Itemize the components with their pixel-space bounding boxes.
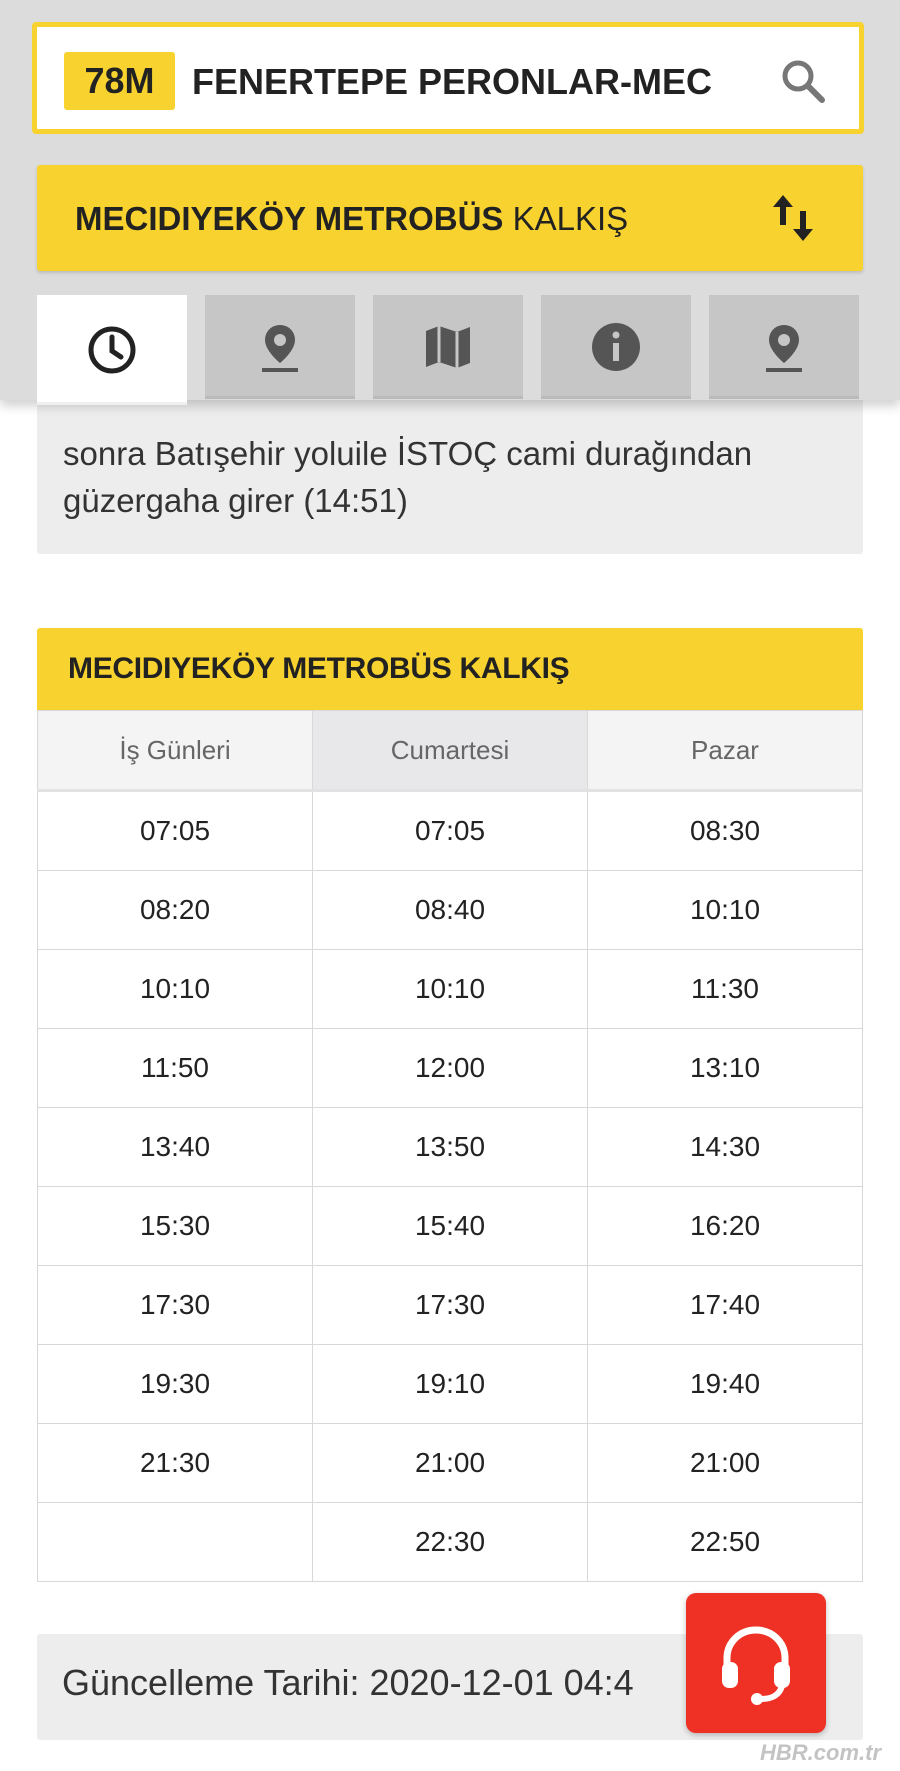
time-cell: 08:30 xyxy=(587,790,863,871)
time-cell: 17:30 xyxy=(37,1265,313,1345)
headset-icon xyxy=(722,1626,790,1705)
clock-icon xyxy=(88,326,136,374)
search-icon[interactable] xyxy=(779,57,827,105)
time-cell: 11:50 xyxy=(37,1028,313,1108)
table-row: 10:10 10:10 11:30 xyxy=(37,949,863,1029)
time-cell: 10:10 xyxy=(37,949,313,1029)
time-cell: 08:40 xyxy=(312,870,588,950)
time-cell: 13:50 xyxy=(312,1107,588,1187)
swap-direction-icon[interactable] xyxy=(769,191,817,245)
route-search-box[interactable]: 78M FENERTEPE PERONLAR-MECİ... xyxy=(32,22,864,134)
time-cell: 21:00 xyxy=(312,1423,588,1503)
time-cell: 10:10 xyxy=(587,870,863,950)
update-date-text: Güncelleme Tarihi: 2020-12-01 04:4 xyxy=(62,1662,634,1703)
time-cell: 13:10 xyxy=(587,1028,863,1108)
direction-label: MECIDIYEKÖY METROBÜS KALKIŞ xyxy=(75,195,628,243)
tab-info[interactable] xyxy=(541,295,691,399)
route-name[interactable]: FENERTEPE PERONLAR-MECİ... xyxy=(192,54,712,110)
time-cell: 10:10 xyxy=(312,949,588,1029)
time-cell: 21:00 xyxy=(587,1423,863,1503)
info-icon xyxy=(592,323,640,371)
table-row: 19:30 19:10 19:40 xyxy=(37,1344,863,1424)
table-row: 21:30 21:00 21:00 xyxy=(37,1423,863,1503)
time-cell: 07:05 xyxy=(312,790,588,871)
time-cell: 11:30 xyxy=(587,949,863,1029)
direction-stop-name: MECIDIYEKÖY METROBÜS xyxy=(75,200,504,237)
time-cell: 07:05 xyxy=(37,790,313,871)
time-cell: 15:40 xyxy=(312,1186,588,1266)
table-row: 15:30 15:40 16:20 xyxy=(37,1186,863,1266)
direction-selector[interactable]: MECIDIYEKÖY METROBÜS KALKIŞ xyxy=(37,165,863,271)
time-cell: 19:30 xyxy=(37,1344,313,1424)
time-cell: 14:30 xyxy=(587,1107,863,1187)
time-cell: 15:30 xyxy=(37,1186,313,1266)
column-header-sunday[interactable]: Pazar xyxy=(587,710,863,792)
time-cell: 19:40 xyxy=(587,1344,863,1424)
map-icon xyxy=(426,326,470,368)
route-description: sonra Batışehir yoluile İSTOÇ cami durağ… xyxy=(63,430,843,524)
time-cell: 22:30 xyxy=(312,1502,588,1582)
tab-nearby[interactable] xyxy=(709,295,859,399)
time-cell: 08:20 xyxy=(37,870,313,950)
table-row: 11:50 12:00 13:10 xyxy=(37,1028,863,1108)
watermark: HBR.com.tr xyxy=(760,1740,882,1765)
time-cell: 17:40 xyxy=(587,1265,863,1345)
location-pin-icon xyxy=(766,325,802,372)
route-description-card: sonra Batışehir yoluile İSTOÇ cami durağ… xyxy=(37,380,863,554)
time-cell: 13:40 xyxy=(37,1107,313,1187)
table-row: 13:40 13:50 14:30 xyxy=(37,1107,863,1187)
tab-map[interactable] xyxy=(373,295,523,399)
time-cell: 17:30 xyxy=(312,1265,588,1345)
schedule-title: MECIDIYEKÖY METROBÜS KALKIŞ xyxy=(37,628,863,710)
table-row: 07:05 07:05 08:30 xyxy=(37,790,863,871)
time-cell: 16:20 xyxy=(587,1186,863,1266)
top-header: 78M FENERTEPE PERONLAR-MECİ... MECIDIYEK… xyxy=(0,0,900,405)
description-line: sonra Batışehir yoluile İSTOÇ cami durağ… xyxy=(63,435,753,472)
time-cell: 22:50 xyxy=(587,1502,863,1582)
tab-schedule[interactable] xyxy=(37,295,187,405)
location-pin-icon xyxy=(262,325,298,372)
description-line: güzergaha girer (14:51) xyxy=(63,482,408,519)
table-row: 17:30 17:30 17:40 xyxy=(37,1265,863,1345)
schedule-section: MECIDIYEKÖY METROBÜS KALKIŞ İş Günleri C… xyxy=(37,628,863,1582)
tab-stops[interactable] xyxy=(205,295,355,399)
table-row: 08:20 08:40 10:10 xyxy=(37,870,863,950)
time-cell: 19:10 xyxy=(312,1344,588,1424)
column-header-weekdays[interactable]: İş Günleri xyxy=(37,710,313,792)
time-cell xyxy=(37,1502,313,1582)
column-header-saturday[interactable]: Cumartesi xyxy=(312,710,588,792)
time-cell: 21:30 xyxy=(37,1423,313,1503)
time-cell: 12:00 xyxy=(312,1028,588,1108)
route-code-badge: 78M xyxy=(64,52,175,110)
support-button[interactable] xyxy=(686,1593,826,1733)
schedule-table: İş Günleri Cumartesi Pazar 07:05 07:05 0… xyxy=(37,710,863,1582)
direction-type: KALKIŞ xyxy=(512,200,629,237)
table-row: 22:30 22:50 xyxy=(37,1502,863,1582)
